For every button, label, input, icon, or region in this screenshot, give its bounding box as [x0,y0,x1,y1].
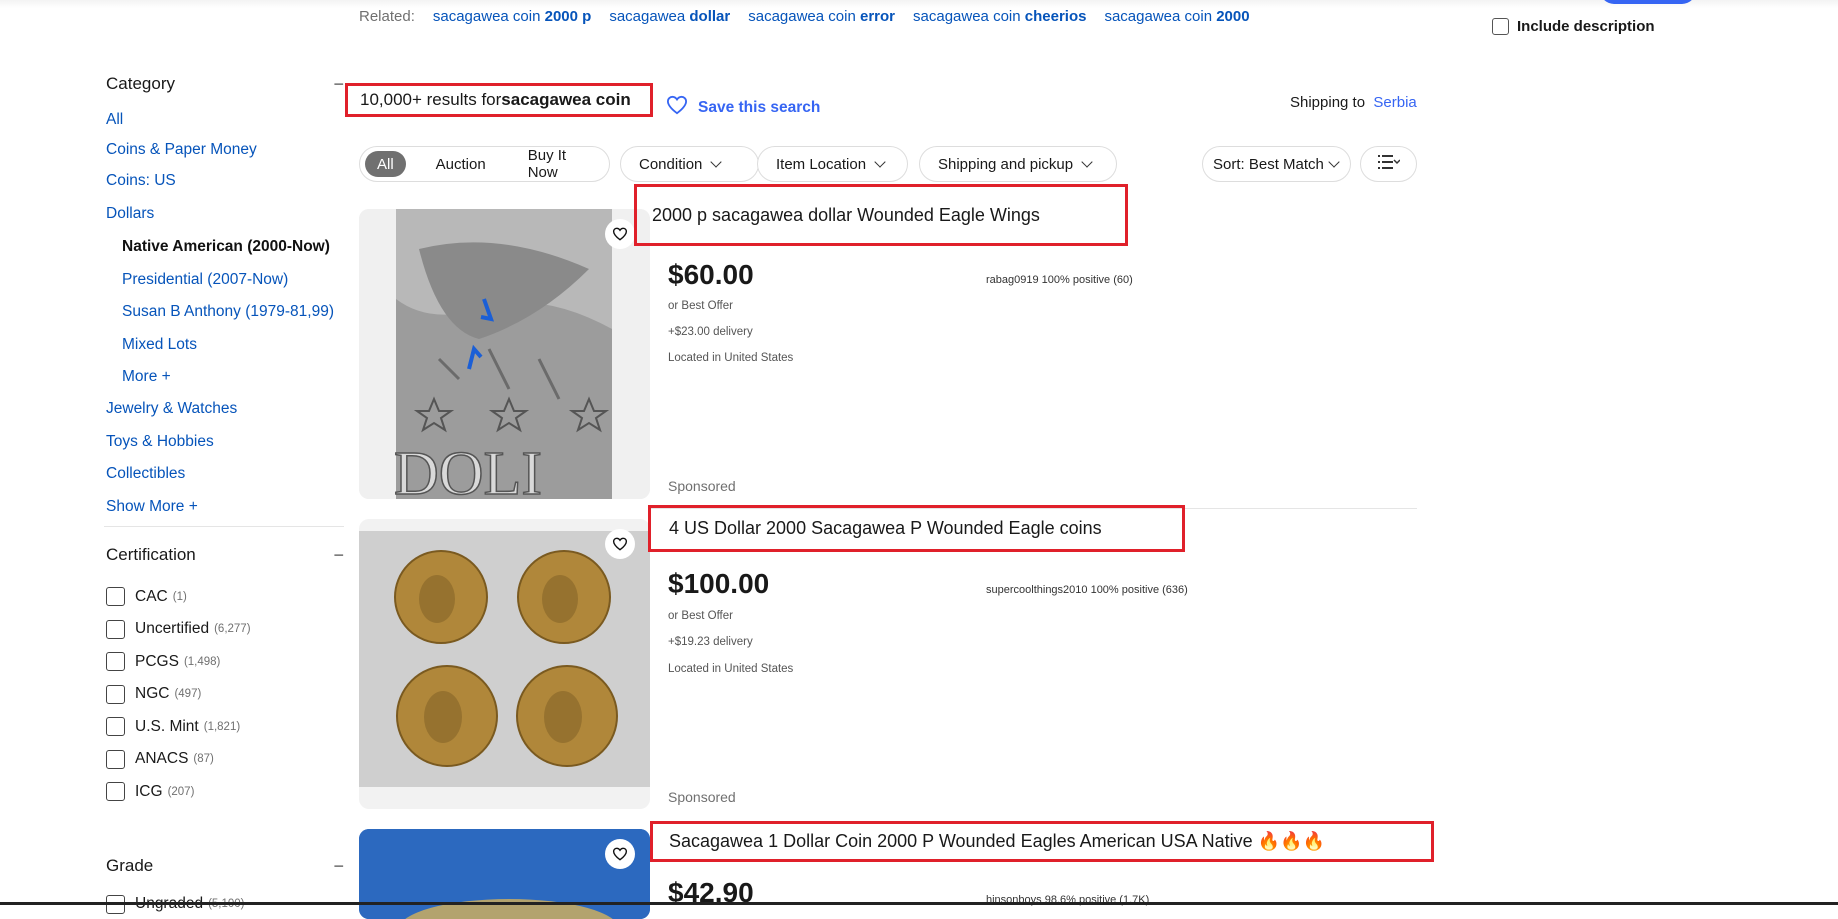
checkbox [106,652,125,671]
sidebar: Category − All Coins & Paper Money Coins:… [104,74,346,919]
certification-heading[interactable]: Certification − [106,545,346,566]
seller-info: supercoolthings2010 100% positive (636) [986,584,1188,596]
filter-uncertified[interactable]: Uncertified (6,277) [106,613,346,645]
include-description-checkbox[interactable] [1492,18,1509,35]
category-selected: Native American (2000-Now) [122,238,330,255]
save-search-label: Save this search [698,98,821,116]
category-coins-paper-money[interactable]: Coins & Paper Money [106,141,346,172]
tab-buy-it-now[interactable]: Buy It Now [500,147,609,181]
item-location: Located in United States [668,352,794,364]
tab-all[interactable]: All [365,151,406,177]
collapse-icon: − [333,74,344,94]
grade-heading[interactable]: Grade − [106,856,346,877]
include-description-label: Include description [1517,18,1655,35]
list-view-icon [1377,154,1401,174]
tab-auction[interactable]: Auction [406,156,500,173]
category-dollars[interactable]: Dollars [106,205,346,238]
checkbox [106,749,125,769]
related-label: Related: [359,8,415,25]
sort-dropdown[interactable]: Sort: Best Match [1202,146,1351,182]
subcategory-presidential[interactable]: Presidential (2007-Now) [106,271,346,303]
category-show-more[interactable]: Show More + [106,498,346,526]
listing-image[interactable] [359,519,650,809]
seller-info: rabag0919 100% positive (60) [986,274,1133,286]
checkbox [106,587,125,606]
related-searches: Related: sacagawea coin 2000 p sacagawea… [359,8,1250,25]
category-toys-hobbies[interactable]: Toys & Hobbies [106,433,346,465]
chevron-down-icon [1081,156,1093,168]
condition-dropdown[interactable]: Condition [620,146,759,182]
chevron-down-icon [874,156,886,168]
chevron-down-icon [1328,156,1340,168]
checkbox [106,717,125,736]
delivery-cost: +$19.23 delivery [668,636,753,648]
collapse-icon: − [333,856,344,876]
best-offer: or Best Offer [668,610,733,622]
heart-icon [612,847,628,861]
best-offer: or Best Offer [668,300,733,312]
listing-price: $60.00 [668,259,754,290]
heart-icon [666,95,688,120]
listing-title[interactable]: Sacagawea 1 Dollar Coin 2000 P Wounded E… [650,821,1434,862]
listing-title[interactable]: 4 US Dollar 2000 Sacagawea P Wounded Eag… [648,505,1185,552]
search-button[interactable] [1600,0,1696,4]
watch-heart-button[interactable] [605,529,635,559]
filter-icg[interactable]: ICG (207) [106,775,346,808]
filter-us-mint[interactable]: U.S. Mint (1,821) [106,710,346,743]
filter-ngc[interactable]: NGC (497) [106,678,346,710]
category-jewelry-watches[interactable]: Jewelry & Watches [106,400,346,433]
subcategory-susan-b-anthony[interactable]: Susan B Anthony (1979-81,99) [106,303,346,336]
listing-price: $100.00 [668,568,770,599]
results-count: 10,000+ results for sacagawea coin [345,83,653,117]
checkbox [106,619,125,639]
subcategory-more[interactable]: More + [106,368,346,400]
item-location-dropdown[interactable]: Item Location [757,146,908,182]
shipping-country-link[interactable]: Serbia [1373,94,1416,111]
related-link[interactable]: sacagawea coin error [748,8,895,25]
category-coins-us[interactable]: Coins: US [106,172,346,205]
related-link[interactable]: sacagawea coin 2000 p [433,8,591,25]
delivery-cost: +$23.00 delivery [668,326,753,338]
related-link[interactable]: sacagawea coin 2000 [1104,8,1249,25]
item-location: Located in United States [668,663,794,675]
listing-image[interactable]: DOLI [359,209,650,499]
category-collectibles[interactable]: Collectibles [106,465,346,498]
checkbox [106,782,125,801]
checkbox [106,684,125,704]
filter-pcgs[interactable]: PCGS (1,498) [106,645,346,678]
watch-heart-button[interactable] [605,839,635,869]
include-description-option[interactable]: Include description [1492,18,1655,35]
sponsored-label: Sponsored [668,789,736,805]
buying-format-tabs: All Auction Buy It Now [359,146,610,182]
heart-icon [612,227,628,241]
listing-title[interactable]: 2000 p sacagawea dollar Wounded Eagle Wi… [634,184,1128,246]
watch-heart-button[interactable] [605,219,635,249]
filter-cac[interactable]: CAC (1) [106,580,346,613]
related-link[interactable]: sacagawea dollar [609,8,730,25]
divider [104,526,344,527]
svg-text:DOLI: DOLI [394,440,542,499]
collapse-icon: − [333,545,344,565]
save-search-button[interactable]: Save this search [666,95,820,120]
shipping-to: Shipping to Serbia [1290,94,1417,111]
category-heading[interactable]: Category − [106,74,346,95]
top-header-edge [0,0,1838,8]
chevron-down-icon [710,156,723,168]
subcategory-mixed-lots[interactable]: Mixed Lots [106,336,346,368]
filter-anacs[interactable]: ANACS (87) [106,743,346,775]
sponsored-label: Sponsored [668,478,736,494]
related-link[interactable]: sacagawea coin cheerios [913,8,1086,25]
heart-icon [612,537,628,551]
category-all[interactable]: All [106,111,346,141]
shipping-pickup-dropdown[interactable]: Shipping and pickup [919,146,1117,182]
listing-image[interactable] [359,829,650,919]
view-toggle[interactable] [1360,146,1417,182]
